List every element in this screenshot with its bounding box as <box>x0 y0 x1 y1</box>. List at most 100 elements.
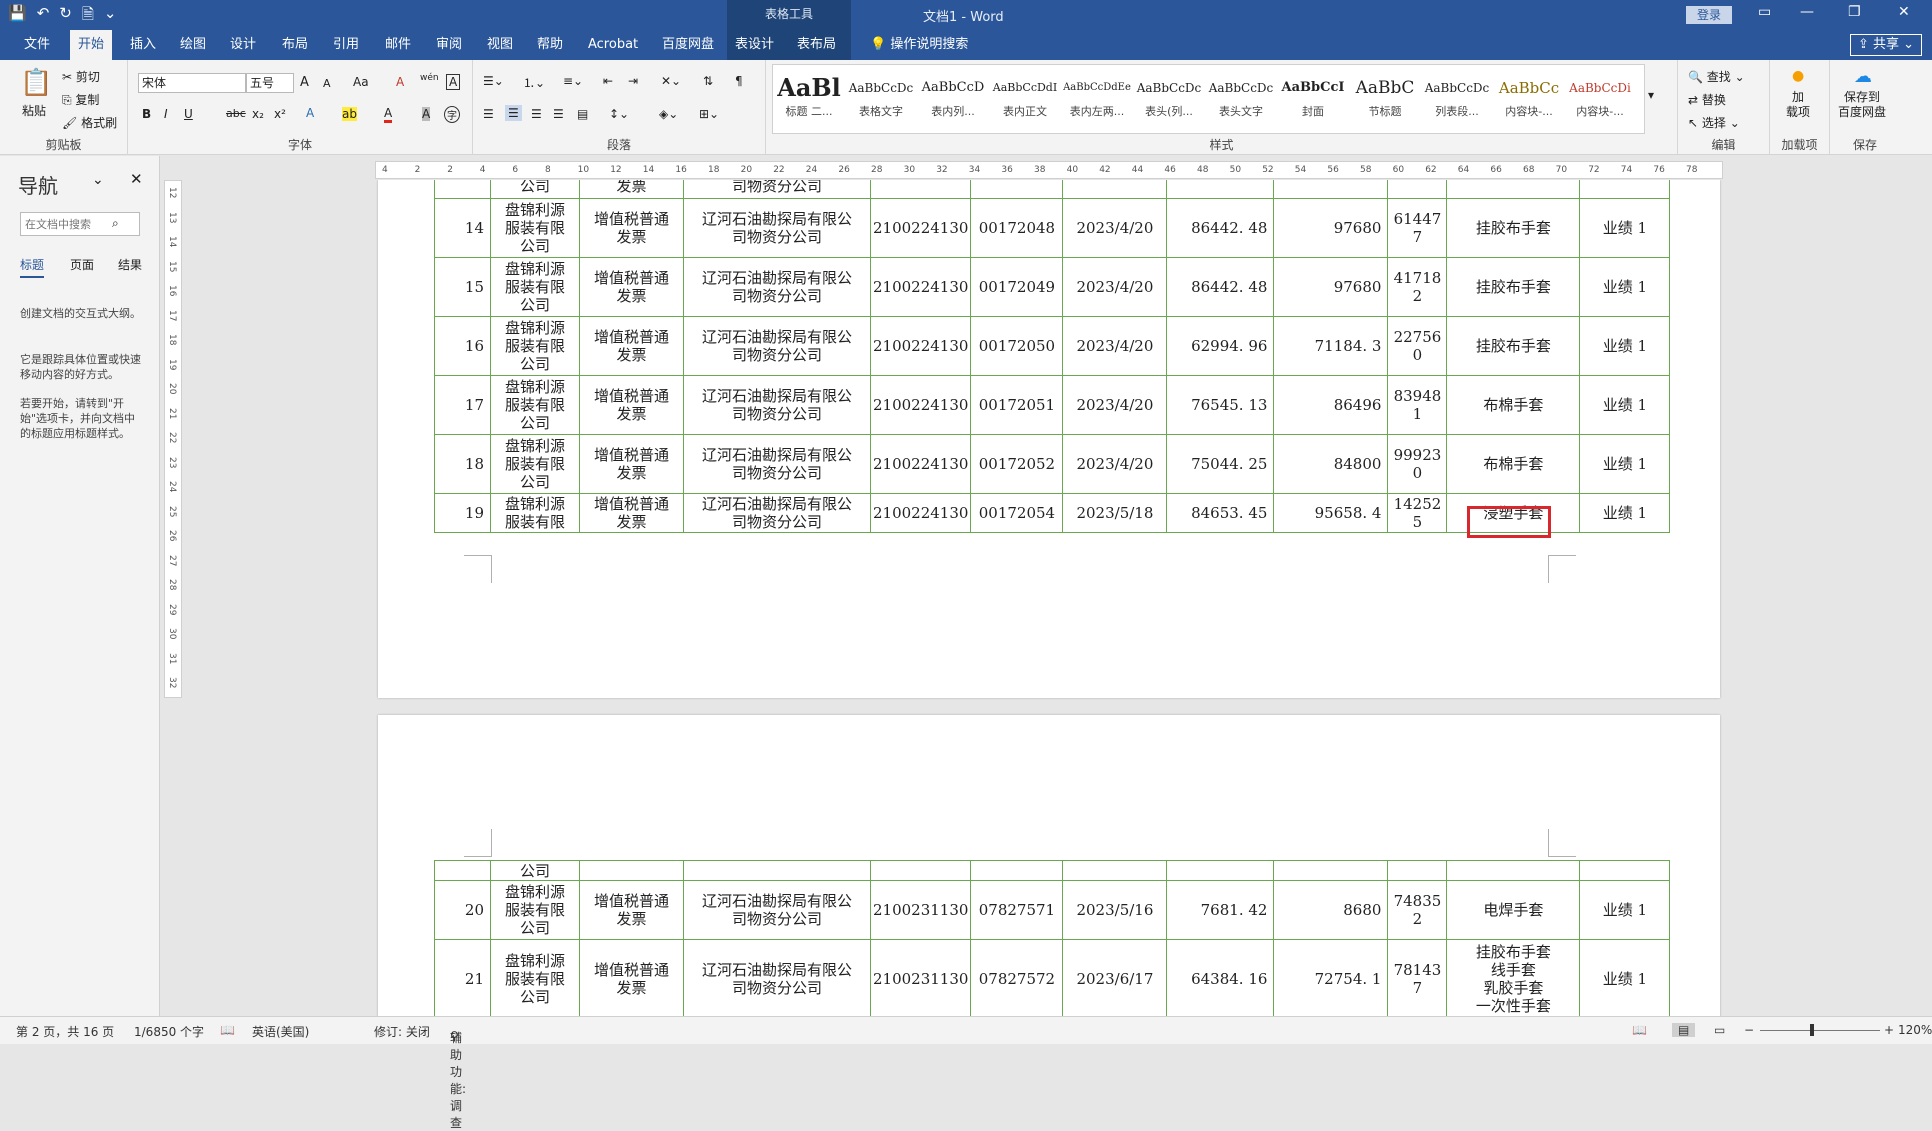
number-cell[interactable]: 41718 2 <box>1387 257 1448 317</box>
cut-button[interactable]: ✂ 剪切 <box>62 68 100 85</box>
align-left-icon[interactable]: ☰ <box>483 107 494 121</box>
table-cell[interactable] <box>1446 860 1581 881</box>
table-cell[interactable]: 公司 <box>490 860 580 881</box>
total-cell[interactable]: 86496 <box>1273 375 1389 435</box>
underline-button[interactable]: U <box>184 107 193 121</box>
customize-qat-icon[interactable]: ⌄ <box>104 4 117 29</box>
style-item[interactable]: AaBbCcDc 表头(列... <box>1133 65 1205 135</box>
tab-baidu-netdisk[interactable]: 百度网盘 <box>654 30 722 60</box>
new-doc-icon[interactable]: 🗎 <box>82 4 94 29</box>
baidu-cloud-icon[interactable]: ☁ <box>1854 66 1872 87</box>
invoice-number-cell[interactable]: 00172048 <box>970 198 1064 258</box>
seller-cell[interactable]: 辽河石油勘探局有限公 司物资分公司 <box>683 375 871 435</box>
amount-cell[interactable]: 76545. 13 <box>1166 375 1275 435</box>
number-cell[interactable]: 61447 7 <box>1387 198 1448 258</box>
table-cell[interactable] <box>434 860 491 881</box>
distribute-icon[interactable]: ▤ <box>577 107 588 121</box>
nav-tab-pages[interactable]: 页面 <box>70 256 94 273</box>
goods-cell[interactable]: 挂胶布手套 <box>1446 198 1581 258</box>
seller-cell[interactable]: 辽河石油勘探局有限公 司物资分公司 <box>683 939 871 1016</box>
style-item[interactable]: AaBbC 节标题 <box>1349 65 1421 135</box>
invoice-type-cell[interactable]: 增值税普通 发票 <box>579 434 684 494</box>
invoice-number-cell[interactable]: 00172054 <box>970 493 1064 533</box>
goods-cell[interactable]: 挂胶布手套 <box>1446 316 1581 376</box>
total-cell[interactable]: 97680 <box>1273 198 1389 258</box>
number-cell[interactable]: 83948 1 <box>1387 375 1448 435</box>
paste-button[interactable]: 粘贴 <box>22 102 46 119</box>
invoice-type-cell[interactable]: 增值税普通 发票 <box>579 493 684 533</box>
date-cell[interactable]: 2023/4/20 <box>1062 316 1168 376</box>
date-cell[interactable]: 2023/6/17 <box>1062 939 1168 1016</box>
font-name-select[interactable]: 宋体 <box>138 73 246 93</box>
total-cell[interactable]: 71184. 3 <box>1273 316 1389 376</box>
pinyin-button[interactable]: wén <box>420 73 439 83</box>
amount-cell[interactable]: 7681. 42 <box>1166 880 1275 940</box>
sort-icon[interactable]: ⇅ <box>703 74 713 88</box>
invoice-type-cell[interactable]: 增值税普通 发票 <box>579 939 684 1016</box>
track-changes-status[interactable]: 修订: 关闭 <box>374 1023 430 1040</box>
clear-format-button[interactable]: A <box>396 75 404 89</box>
date-cell[interactable]: 2023/5/16 <box>1062 880 1168 940</box>
table-cell[interactable] <box>1579 180 1671 199</box>
goods-cell[interactable]: 挂胶布手套 <box>1446 257 1581 317</box>
table-cell[interactable] <box>1166 180 1275 199</box>
addins-icon[interactable]: ● <box>1792 68 1804 84</box>
business-cell[interactable]: 业绩 1 <box>1579 257 1671 317</box>
char-border-button[interactable]: A <box>446 74 461 90</box>
invoice-type-cell[interactable]: 增值税普通 发票 <box>579 198 684 258</box>
table-row[interactable]: 18 盘锦利源 服装有限 公司 增值税普通 发票 辽河石油勘探局有限公 司物资分公司 21002… <box>434 434 1671 494</box>
row-number-cell[interactable]: 21 <box>434 939 491 1016</box>
date-cell[interactable]: 2023/4/20 <box>1062 375 1168 435</box>
buyer-cell[interactable]: 盘锦利源 服装有限 <box>490 493 580 533</box>
numbering-icon[interactable]: ⒈⌄ <box>523 74 545 91</box>
tab-home[interactable]: 开始 <box>70 30 113 60</box>
goods-cell[interactable]: 布棉手套 <box>1446 375 1581 435</box>
business-cell[interactable]: 业绩 1 <box>1579 375 1671 435</box>
enclose-char-button[interactable]: 字 <box>444 106 460 123</box>
shrink-font-button[interactable]: A <box>323 77 331 90</box>
select-button[interactable]: ↖ 选择 ⌄ <box>1688 114 1740 131</box>
tab-table-design[interactable]: 表设计 <box>727 30 789 60</box>
table-cell[interactable] <box>1062 180 1168 199</box>
table-row[interactable]: 14 盘锦利源 服装有限 公司 增值税普通 发票 辽河石油勘探局有限公 司物资分公司 21002… <box>434 198 1671 258</box>
tab-insert[interactable]: 插入 <box>122 30 164 60</box>
tab-acrobat[interactable]: Acrobat <box>580 30 646 60</box>
invoice-code-cell[interactable]: 2100224130 <box>869 493 972 533</box>
buyer-cell[interactable]: 盘锦利源 服装有限 公司 <box>490 316 580 376</box>
table-row[interactable]: 17 盘锦利源 服装有限 公司 增值税普通 发票 辽河石油勘探局有限公 司物资分公司 21002… <box>434 375 1671 435</box>
increase-indent-icon[interactable]: ⇥ <box>628 74 638 88</box>
nav-search-input[interactable] <box>20 212 140 236</box>
nav-close-icon[interactable]: ✕ <box>130 170 143 188</box>
nav-search-icon[interactable]: ⌕ <box>112 216 119 231</box>
amount-cell[interactable]: 64384. 16 <box>1166 939 1275 1016</box>
tab-help[interactable]: 帮助 <box>529 30 571 60</box>
table-row[interactable]: 16 盘锦利源 服装有限 公司 增值税普通 发票 辽河石油勘探局有限公 司物资分公司 21002… <box>434 316 1671 376</box>
total-cell[interactable]: 95658. 4 <box>1273 493 1389 533</box>
word-count[interactable]: 1/6850 个字 <box>134 1023 204 1040</box>
zoom-level[interactable]: 120% <box>1898 1023 1932 1037</box>
date-cell[interactable]: 2023/4/20 <box>1062 434 1168 494</box>
buyer-cell[interactable]: 盘锦利源 服装有限 公司 <box>490 939 580 1016</box>
date-cell[interactable]: 2023/4/20 <box>1062 198 1168 258</box>
decrease-indent-icon[interactable]: ⇤ <box>603 74 613 88</box>
table-cell[interactable] <box>970 180 1064 199</box>
tab-draw[interactable]: 绘图 <box>172 30 214 60</box>
goods-cell[interactable]: 布棉手套 <box>1446 434 1581 494</box>
row-number-cell[interactable]: 15 <box>434 257 491 317</box>
share-button[interactable]: ⇪ 共享 ⌄ <box>1850 34 1922 56</box>
nav-tab-headings[interactable]: 标题 <box>20 256 45 278</box>
business-cell[interactable]: 业绩 1 <box>1579 939 1671 1016</box>
invoice-code-cell[interactable]: 2100231130 <box>869 939 972 1016</box>
row-number-cell[interactable]: 19 <box>434 493 491 533</box>
table-cell[interactable] <box>970 860 1064 881</box>
bold-button[interactable]: B <box>142 107 151 121</box>
minimize-icon[interactable]: — <box>1800 4 1814 20</box>
proofing-icon[interactable]: 📖 <box>220 1023 235 1037</box>
web-layout-icon[interactable]: ▭ <box>1714 1023 1725 1037</box>
style-item[interactable]: AaBbCcI 封面 <box>1277 65 1349 135</box>
table-cell[interactable] <box>1273 180 1389 199</box>
invoice-type-cell[interactable]: 增值税普通 发票 <box>579 316 684 376</box>
table-cell[interactable]: 发票 <box>579 180 684 199</box>
superscript-button[interactable]: x² <box>274 107 286 121</box>
table-row[interactable]: 15 盘锦利源 服装有限 公司 增值税普通 发票 辽河石油勘探局有限公 司物资分公司 21002… <box>434 257 1671 317</box>
